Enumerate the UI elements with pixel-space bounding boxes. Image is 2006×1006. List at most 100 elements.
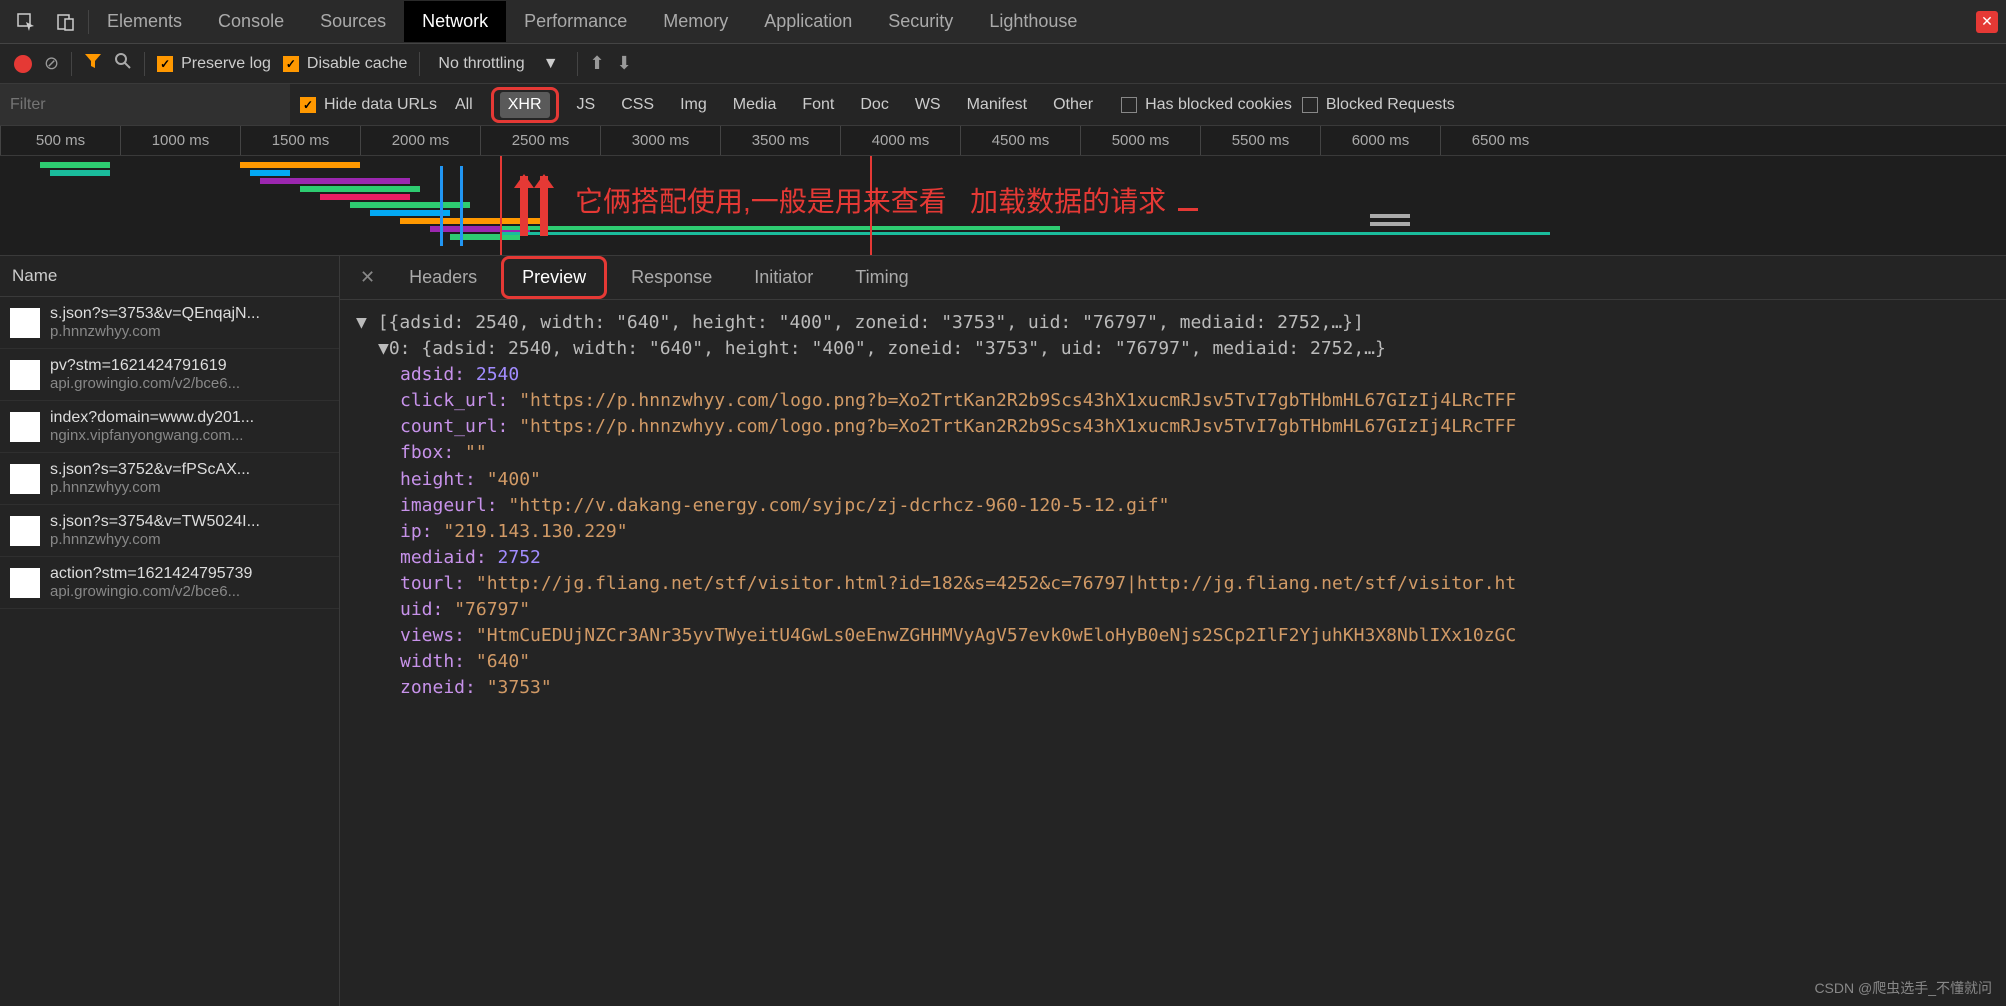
request-row[interactable]: s.json?s=3754&v=TW5024I...p.hnnzwhyy.com: [0, 505, 339, 557]
filter-doc[interactable]: Doc: [852, 92, 896, 118]
preserve-log-checkbox[interactable]: ✓Preserve log: [157, 55, 271, 73]
thumb-icon: [10, 412, 40, 442]
tick: 6000 ms: [1320, 126, 1440, 155]
request-host: nginx.vipfanyongwang.com...: [50, 427, 254, 444]
filter-other[interactable]: Other: [1045, 92, 1101, 118]
request-name: s.json?s=3753&v=QEnqajN...: [50, 305, 260, 323]
filter-img[interactable]: Img: [672, 92, 715, 118]
inspect-icon[interactable]: [8, 4, 44, 40]
filter-font[interactable]: Font: [794, 92, 842, 118]
tick: 1500 ms: [240, 126, 360, 155]
thumb-icon: [10, 568, 40, 598]
request-name: pv?stm=1621424791619: [50, 357, 240, 375]
clear-icon[interactable]: ⊘: [44, 53, 59, 74]
filter-css[interactable]: CSS: [613, 92, 662, 118]
divider: [419, 52, 420, 76]
tick: 2500 ms: [480, 126, 600, 155]
json-preview[interactable]: ▼ [{adsid: 2540, width: "640", height: "…: [340, 300, 2006, 1006]
thumb-icon: [10, 308, 40, 338]
preserve-log-label: Preserve log: [181, 55, 271, 73]
throttling-select[interactable]: No throttling ▼: [432, 51, 564, 77]
tick: 1000 ms: [120, 126, 240, 155]
throttling-label: No throttling: [438, 55, 524, 73]
tick: 2000 ms: [360, 126, 480, 155]
main-panel: Name s.json?s=3753&v=QEnqajN...p.hnnzwhy…: [0, 256, 2006, 1006]
record-button[interactable]: [14, 55, 32, 73]
request-host: p.hnnzwhyy.com: [50, 323, 260, 340]
request-name: index?domain=www.dy201...: [50, 409, 254, 427]
tab-response[interactable]: Response: [613, 259, 730, 296]
tick: 4500 ms: [960, 126, 1080, 155]
blocked-requests-checkbox[interactable]: Blocked Requests: [1302, 96, 1455, 114]
devtools-tab-bar: Elements Console Sources Network Perform…: [0, 0, 2006, 44]
tick: 5000 ms: [1080, 126, 1200, 155]
network-toolbar: ⊘ ✓Preserve log ✓Disable cache No thrott…: [0, 44, 2006, 84]
filter-ws[interactable]: WS: [907, 92, 949, 118]
request-row[interactable]: pv?stm=1621424791619api.growingio.com/v2…: [0, 349, 339, 401]
request-row[interactable]: index?domain=www.dy201...nginx.vipfanyon…: [0, 401, 339, 453]
request-name: s.json?s=3754&v=TW5024I...: [50, 513, 260, 531]
upload-icon[interactable]: ⬆: [590, 53, 605, 74]
annotation-arrow: [520, 176, 528, 236]
filter-bar: ✓Hide data URLs All XHR JS CSS Img Media…: [0, 84, 2006, 126]
tab-elements[interactable]: Elements: [89, 1, 200, 42]
tick: 4000 ms: [840, 126, 960, 155]
request-host: p.hnnzwhyy.com: [50, 479, 250, 496]
tab-preview[interactable]: Preview: [504, 259, 604, 296]
thumb-icon: [10, 516, 40, 546]
tick: 6500 ms: [1440, 126, 1560, 155]
filter-xhr[interactable]: XHR: [500, 92, 550, 118]
request-name: action?stm=1621424795739: [50, 565, 252, 583]
chevron-down-icon: ▼: [543, 55, 559, 73]
tick: 500 ms: [0, 126, 120, 155]
request-row[interactable]: action?stm=1621424795739api.growingio.co…: [0, 557, 339, 609]
request-row[interactable]: s.json?s=3753&v=QEnqajN...p.hnnzwhyy.com: [0, 297, 339, 349]
tab-timing[interactable]: Timing: [837, 259, 926, 296]
request-name: s.json?s=3752&v=fPScAX...: [50, 461, 250, 479]
tab-performance[interactable]: Performance: [506, 1, 645, 42]
download-icon[interactable]: ⬇: [617, 53, 632, 74]
detail-panel: ✕ Headers Preview Response Initiator Tim…: [340, 256, 2006, 1006]
hide-data-urls-checkbox[interactable]: ✓Hide data URLs: [300, 96, 437, 114]
close-icon[interactable]: ✕: [1976, 11, 1998, 33]
tick: 3000 ms: [600, 126, 720, 155]
filter-media[interactable]: Media: [725, 92, 785, 118]
request-list: Name s.json?s=3753&v=QEnqajN...p.hnnzwhy…: [0, 256, 340, 1006]
watermark: CSDN @爬虫选手_不懂就问: [1814, 978, 1992, 998]
has-blocked-cookies-label: Has blocked cookies: [1145, 96, 1292, 114]
request-host: api.growingio.com/v2/bce6...: [50, 583, 252, 600]
thumb-icon: [10, 360, 40, 390]
device-toggle-icon[interactable]: [48, 4, 84, 40]
search-icon[interactable]: [114, 52, 132, 75]
filter-icon[interactable]: [84, 52, 102, 75]
filter-input[interactable]: [0, 84, 290, 125]
detail-tab-bar: ✕ Headers Preview Response Initiator Tim…: [340, 256, 2006, 300]
filter-manifest[interactable]: Manifest: [959, 92, 1035, 118]
has-blocked-cookies-checkbox[interactable]: Has blocked cookies: [1121, 96, 1292, 114]
filter-all[interactable]: All: [447, 92, 481, 118]
disable-cache-label: Disable cache: [307, 55, 408, 73]
disable-cache-checkbox[interactable]: ✓Disable cache: [283, 55, 408, 73]
hide-data-urls-label: Hide data URLs: [324, 96, 437, 114]
timeline-overview[interactable]: 它俩搭配使用,一般是用来查看 加载数据的请求: [0, 156, 2006, 256]
request-list-header[interactable]: Name: [0, 256, 339, 297]
tab-headers[interactable]: Headers: [391, 259, 495, 296]
tab-sources[interactable]: Sources: [302, 1, 404, 42]
request-row[interactable]: s.json?s=3752&v=fPScAX...p.hnnzwhyy.com: [0, 453, 339, 505]
tick: 3500 ms: [720, 126, 840, 155]
tab-application[interactable]: Application: [746, 1, 870, 42]
annotation-arrow: [540, 176, 548, 236]
timeline-ruler: 500 ms 1000 ms 1500 ms 2000 ms 2500 ms 3…: [0, 126, 2006, 156]
divider: [577, 52, 578, 76]
tab-initiator[interactable]: Initiator: [736, 259, 831, 296]
request-host: p.hnnzwhyy.com: [50, 531, 260, 548]
tab-lighthouse[interactable]: Lighthouse: [971, 1, 1095, 42]
tab-network[interactable]: Network: [404, 1, 506, 42]
close-detail-icon[interactable]: ✕: [350, 267, 385, 288]
blocked-requests-label: Blocked Requests: [1326, 96, 1455, 114]
tab-console[interactable]: Console: [200, 1, 302, 42]
request-host: api.growingio.com/v2/bce6...: [50, 375, 240, 392]
tab-security[interactable]: Security: [870, 1, 971, 42]
tab-memory[interactable]: Memory: [645, 1, 746, 42]
filter-js[interactable]: JS: [569, 92, 604, 118]
